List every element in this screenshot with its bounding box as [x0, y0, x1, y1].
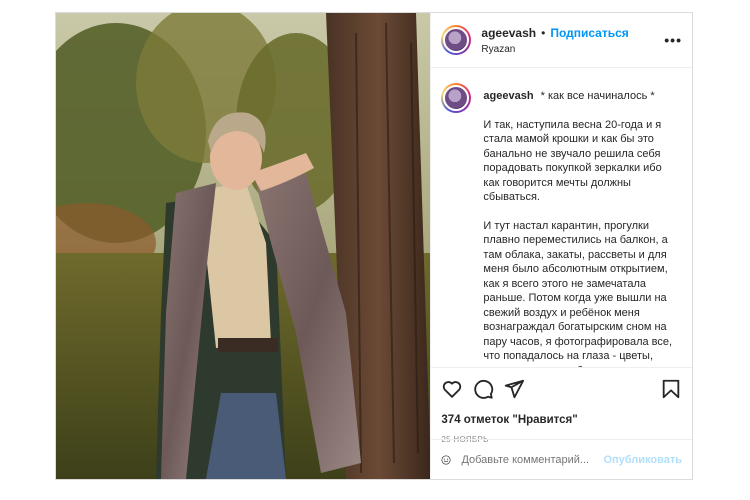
caption-area: ageevash * как все начиналось * И так, н… [431, 69, 692, 367]
caption-paragraph: И тут настал карантин, прогулки плавно п… [483, 219, 673, 368]
photo-image [56, 13, 431, 479]
publish-button[interactable]: Опубликовать [603, 454, 682, 466]
comment-icon[interactable] [472, 378, 494, 400]
post-photo[interactable] [56, 13, 431, 479]
caption-paragraph: И так, наступила весна 20-года и я стала… [483, 118, 662, 204]
bookmark-icon[interactable] [660, 378, 682, 400]
location-link[interactable]: Ryazan [481, 44, 664, 55]
actions-bar: 374 отметок "Нравится" 25 НОЯБРЬ [431, 367, 692, 444]
comment-bar: Опубликовать [431, 439, 692, 479]
instagram-post: ageevash • Подписаться Ryazan ••• ageeva… [55, 12, 693, 480]
share-icon[interactable] [503, 378, 525, 400]
author-username-link[interactable]: ageevash [481, 26, 536, 40]
caption-text: ageevash * как все начиналось * И так, н… [483, 89, 682, 367]
separator-dot: • [541, 25, 546, 40]
heart-icon[interactable] [441, 378, 463, 400]
more-options-icon[interactable]: ••• [664, 32, 682, 48]
author-avatar[interactable] [441, 25, 472, 55]
smiley-icon[interactable] [441, 450, 451, 470]
caption-title: * как все начиналось * [540, 90, 655, 102]
post-header: ageevash • Подписаться Ryazan ••• [431, 13, 692, 68]
comment-input[interactable] [461, 453, 604, 466]
caption-username-link[interactable]: ageevash [483, 90, 533, 102]
post-sidebar: ageevash • Подписаться Ryazan ••• ageeva… [430, 13, 692, 479]
likes-count[interactable]: 374 отметок "Нравится" [441, 414, 682, 426]
follow-button[interactable]: Подписаться [550, 26, 628, 40]
caption-avatar[interactable] [441, 83, 472, 113]
